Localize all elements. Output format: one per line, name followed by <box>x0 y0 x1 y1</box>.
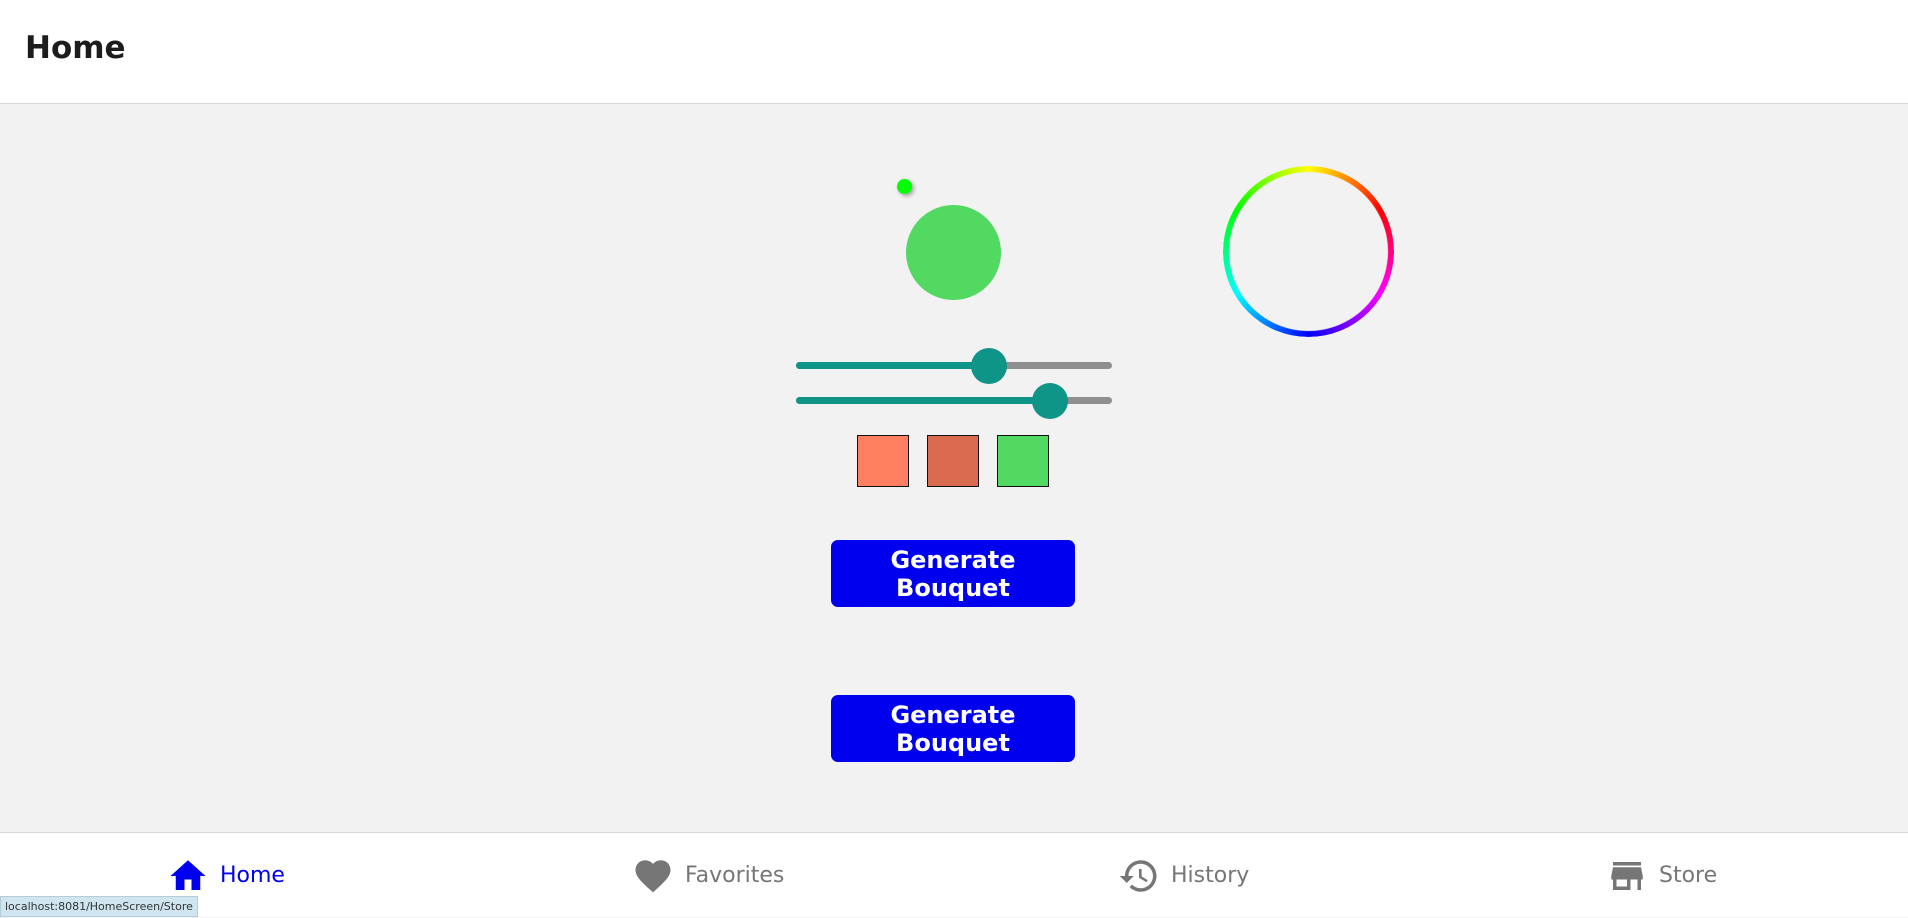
tab-label-history: History <box>1171 863 1250 888</box>
tab-label-favorites: Favorites <box>685 863 785 888</box>
tab-favorites[interactable]: Favorites <box>632 833 784 918</box>
store-icon <box>1611 861 1643 890</box>
color-swatch-1[interactable] <box>857 435 909 487</box>
page-title: Home <box>25 30 126 66</box>
saturation-slider[interactable] <box>796 344 1112 384</box>
selected-color-preview <box>906 205 1001 300</box>
color-selector-handle[interactable] <box>897 179 912 194</box>
slider-fill <box>796 362 989 369</box>
history-icon <box>1119 859 1157 892</box>
slider-fill <box>796 397 1051 404</box>
home-icon <box>170 859 206 890</box>
tab-history[interactable]: History <box>1118 833 1249 918</box>
generate-bouquet-button[interactable]: Generate Bouquet <box>831 540 1075 607</box>
heart-icon <box>635 859 671 892</box>
header-bar: Home <box>0 0 1908 104</box>
slider-thumb[interactable] <box>1032 383 1069 419</box>
brightness-slider[interactable] <box>796 379 1112 419</box>
tab-label-home: Home <box>220 863 285 888</box>
tab-store[interactable]: Store <box>1606 833 1717 918</box>
generate-bouquet-button-secondary[interactable]: Generate Bouquet <box>831 695 1075 762</box>
tab-label-store: Store <box>1659 863 1718 888</box>
bottom-tab-bar: Home Favorites History Store <box>0 832 1908 917</box>
status-bar-url: localhost:8081/HomeScreen/Store <box>0 896 198 917</box>
hue-wheel[interactable] <box>1223 166 1394 337</box>
color-swatch-2[interactable] <box>927 435 979 487</box>
color-swatch-3[interactable] <box>997 435 1049 487</box>
